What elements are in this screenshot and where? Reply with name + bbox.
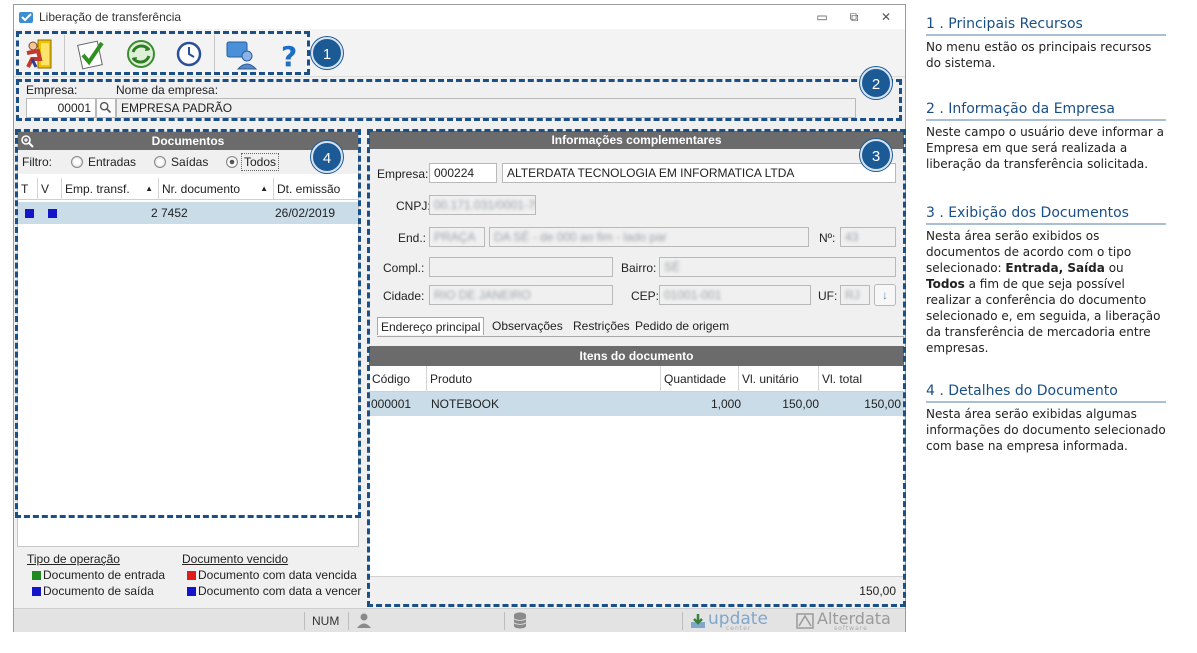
note-divider (926, 34, 1166, 36)
note-divider (926, 223, 1166, 225)
close-icon: ✕ (880, 10, 892, 24)
minimize-button[interactable]: ▭ (810, 8, 834, 26)
legend-avencer-label: Documento com data a vencer (198, 584, 362, 598)
app-check-icon (19, 12, 33, 23)
legend-vencido-title: Documento vencido (182, 552, 289, 566)
note-4-title: 4 . Detalhes do Documento (926, 383, 1118, 399)
alterdata-logo-sub: software (834, 625, 868, 632)
callout-2-badge: 2 (860, 67, 892, 99)
update-download-icon (691, 614, 705, 628)
callout-3-region (367, 129, 906, 607)
callout-4-badge: 4 (311, 141, 343, 173)
note-3-bold-a: Entrada, Saída (1005, 261, 1105, 275)
close-button[interactable]: ✕ (874, 8, 898, 26)
callout-4-region (15, 129, 361, 518)
legend-tipo-title: Tipo de operação (27, 552, 120, 566)
callout-1-badge: 1 (311, 37, 343, 69)
note-4: 4 . Detalhes do Documento Nesta área ser… (926, 383, 1166, 454)
note-1-body: No menu estão os principais recursos do … (926, 40, 1152, 70)
callout-1-region (16, 31, 310, 75)
alterdata-logo-icon (796, 613, 814, 629)
status-separator (348, 612, 349, 630)
restore-icon: ⧉ (849, 10, 859, 24)
update-logo-sub: center (726, 625, 752, 632)
status-separator (304, 612, 305, 630)
restore-button[interactable]: ⧉ (842, 8, 866, 26)
note-1: 1 . Principais Recursos No menu estão os… (926, 16, 1166, 71)
status-bar: NUM update center Alterdata software (14, 608, 905, 632)
status-separator (504, 612, 505, 630)
note-divider (926, 119, 1166, 121)
legend-vencida-swatch (187, 571, 196, 580)
legend-saida-label: Documento de saída (43, 584, 154, 598)
note-3-title: 3 . Exibição dos Documentos (926, 205, 1129, 221)
user-icon (357, 613, 371, 628)
note-2-body: Neste campo o usuário deve informar a Em… (926, 125, 1164, 171)
legend-vencida-label: Documento com data vencida (198, 568, 357, 582)
database-icon (513, 612, 527, 629)
note-2-title: 2 . Informação da Empresa (926, 101, 1115, 117)
note-3: 3 . Exibição dos Documentos Nesta área s… (926, 205, 1166, 356)
legend-entrada-swatch (32, 571, 41, 580)
callout-3-badge: 3 (860, 139, 892, 171)
legend: Tipo de operação Documento de entrada Do… (17, 547, 362, 605)
note-2: 2 . Informação da Empresa Neste campo o … (926, 101, 1166, 172)
note-3-bold-b: Todos (926, 277, 965, 291)
legend-saida-swatch (32, 587, 41, 596)
legend-avencer-swatch (187, 587, 196, 596)
legend-entrada-label: Documento de entrada (43, 568, 166, 582)
note-3-body: Nesta área serão exibidos os documentos … (926, 228, 1166, 356)
note-4-body: Nesta área serão exibidas algumas inform… (926, 407, 1166, 453)
transfer-release-window: Liberação de transferência ▭ ⧉ ✕ ? Empre… (13, 4, 906, 632)
note-divider (926, 401, 1166, 403)
note-3-body-b: ou (1104, 261, 1124, 275)
num-lock-indicator: NUM (312, 614, 340, 628)
minimize-icon: ▭ (816, 10, 828, 24)
callout-2-region (16, 79, 902, 121)
note-1-title: 1 . Principais Recursos (926, 16, 1083, 32)
window-title: Liberação de transferência (39, 10, 182, 24)
title-bar: Liberação de transferência ▭ ⧉ ✕ (14, 5, 905, 29)
status-separator (682, 612, 683, 630)
